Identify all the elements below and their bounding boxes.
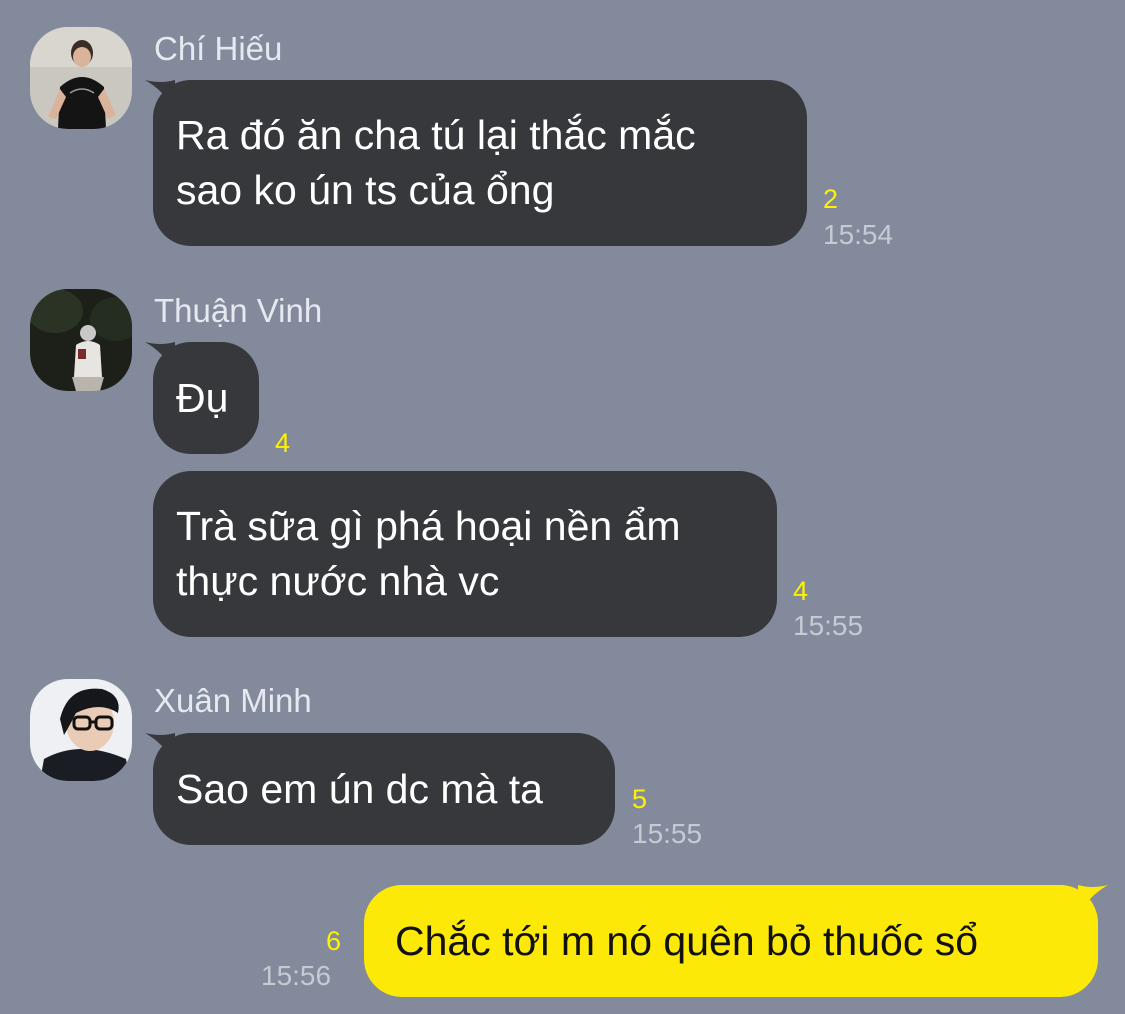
sender-name: Thuận Vinh <box>154 292 323 329</box>
message-bubble[interactable]: Đụ <box>153 342 259 454</box>
unread-count: 6 <box>326 926 342 956</box>
message-bubble[interactable]: Sao em ún dc mà ta <box>153 733 615 845</box>
sender-name: Xuân Minh <box>154 682 312 719</box>
message-time: 15:55 <box>793 610 864 641</box>
unread-count: 4 <box>275 428 291 458</box>
avatar-chi-hieu[interactable] <box>30 27 132 129</box>
message-line: Chắc tới m nó quên bỏ thuốc sổ <box>395 918 979 964</box>
outgoing-message-bubble[interactable]: Chắc tới m nó quên bỏ thuốc sổ <box>364 885 1098 997</box>
sender-name: Chí Hiếu <box>154 30 283 67</box>
message-bubble[interactable]: Ra đó ăn cha tú lại thắc mắc sao ko ún t… <box>153 80 807 246</box>
message-line: Sao em ún dc mà ta <box>176 766 543 812</box>
message-time: 15:55 <box>632 818 703 849</box>
unread-count: 2 <box>823 184 839 214</box>
bubble-tail <box>1078 885 1108 915</box>
avatar-xuan-minh[interactable] <box>30 679 132 781</box>
message-line: Đụ <box>176 375 229 421</box>
message-time: 15:54 <box>823 219 894 250</box>
message-bubble[interactable]: Trà sữa gì phá hoại nền ẩm thực nước nhà… <box>153 471 777 637</box>
avatar-thuan-vinh[interactable] <box>30 289 132 391</box>
message-line: thực nước nhà vc <box>176 558 500 604</box>
unread-count: 5 <box>632 784 648 814</box>
unread-count: 4 <box>793 576 809 606</box>
message-line: Trà sữa gì phá hoại nền ẩm <box>176 503 681 549</box>
message-line: sao ko ún ts của ổng <box>176 167 555 213</box>
message-time: 15:56 <box>261 960 332 991</box>
message-line: Ra đó ăn cha tú lại thắc mắc <box>176 112 696 158</box>
